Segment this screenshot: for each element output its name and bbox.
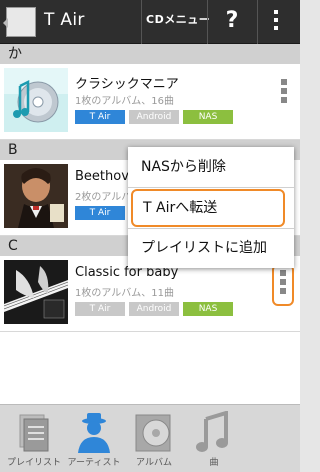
menu-item-add-to-playlist[interactable]: プレイリストに追加 [128,228,294,268]
item-more-icon-highlighted[interactable] [272,264,294,306]
item-subtitle: 1枚のアルバム、11曲 [75,288,174,299]
list-item-classic-mania[interactable]: クラシックマニア 1枚のアルバム、16曲 T Air Android NAS [0,64,300,140]
list-empty-area [0,332,300,404]
divider [207,0,208,44]
help-button[interactable]: ? [219,4,245,38]
tab-label: 曲 [209,458,219,468]
item-more-icon[interactable] [279,79,289,113]
app-title: T Air [44,10,85,30]
context-menu: NASから削除 T Airへ転送 プレイリストに追加 [128,147,294,268]
badge-tair: T Air [75,206,125,220]
app-icon[interactable] [3,7,36,37]
playlist-icon [19,414,49,452]
badge-android: Android [129,110,179,124]
badge-android: Android [129,302,179,316]
artist-thumbnail [4,164,68,228]
album-thumbnail [4,68,68,132]
album-thumbnail [4,260,68,324]
music-note-icon [196,411,228,452]
tab-songs[interactable]: 曲 [184,405,244,472]
badge-nas: NAS [183,302,233,316]
divider [257,0,258,44]
overflow-menu-icon[interactable] [272,10,280,34]
badge-tair: T Air [75,302,125,316]
album-icon [135,414,171,452]
item-subtitle: 1枚のアルバム、16曲 [75,96,174,107]
title-bar: T Air CDメニュー ? [0,0,300,44]
artist-icon [78,413,110,453]
badge-tair: T Air [75,110,125,124]
cd-menu-button[interactable]: CDメニュー [146,11,210,27]
menu-item-delete-from-nas[interactable]: NASから削除 [128,147,294,187]
menu-item-transfer-to-tair[interactable]: T Airへ転送 [131,189,285,227]
menu-divider [128,187,294,188]
badge-nas: NAS [183,110,233,124]
item-title: クラシックマニア [75,77,179,92]
divider [141,0,142,44]
bottom-tab-bar: プレイリスト アーティスト アルバム 曲 [0,404,300,472]
section-header: か [0,44,300,64]
